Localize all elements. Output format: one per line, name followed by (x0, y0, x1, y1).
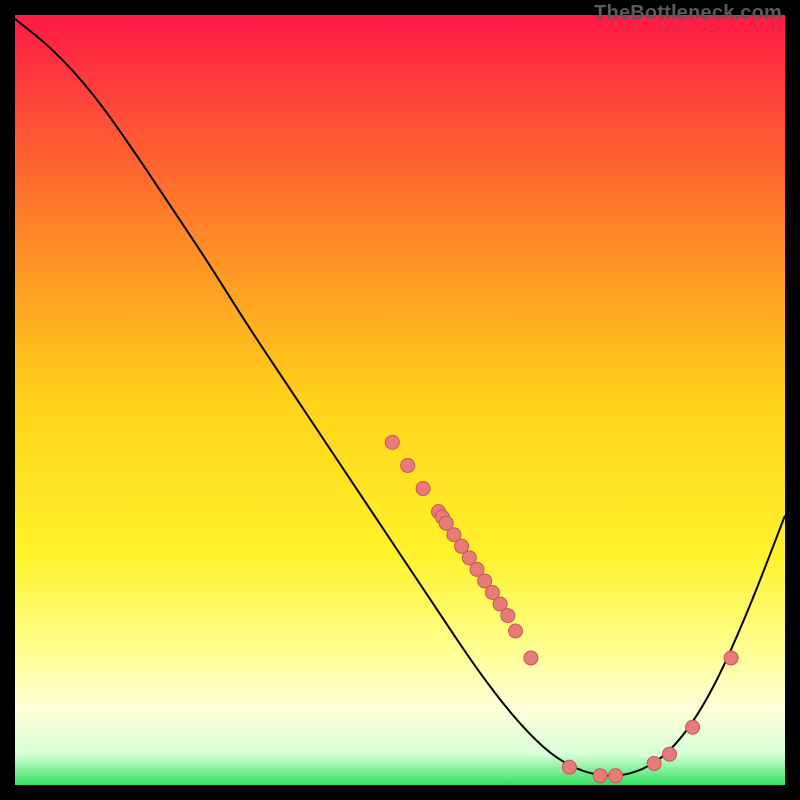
data-point (416, 482, 430, 496)
data-point (663, 747, 677, 761)
data-point (647, 756, 661, 770)
data-point (609, 769, 623, 783)
data-point (686, 720, 700, 734)
chart-svg (15, 15, 785, 785)
attribution-label: TheBottleneck.com (594, 2, 782, 25)
data-point (401, 458, 415, 472)
data-point (501, 609, 515, 623)
data-point (509, 624, 523, 638)
data-point (385, 435, 399, 449)
data-point (724, 651, 738, 665)
bottleneck-chart (15, 15, 785, 785)
gradient-background (15, 15, 785, 785)
data-point (524, 651, 538, 665)
data-point (593, 769, 607, 783)
data-point (562, 760, 576, 774)
